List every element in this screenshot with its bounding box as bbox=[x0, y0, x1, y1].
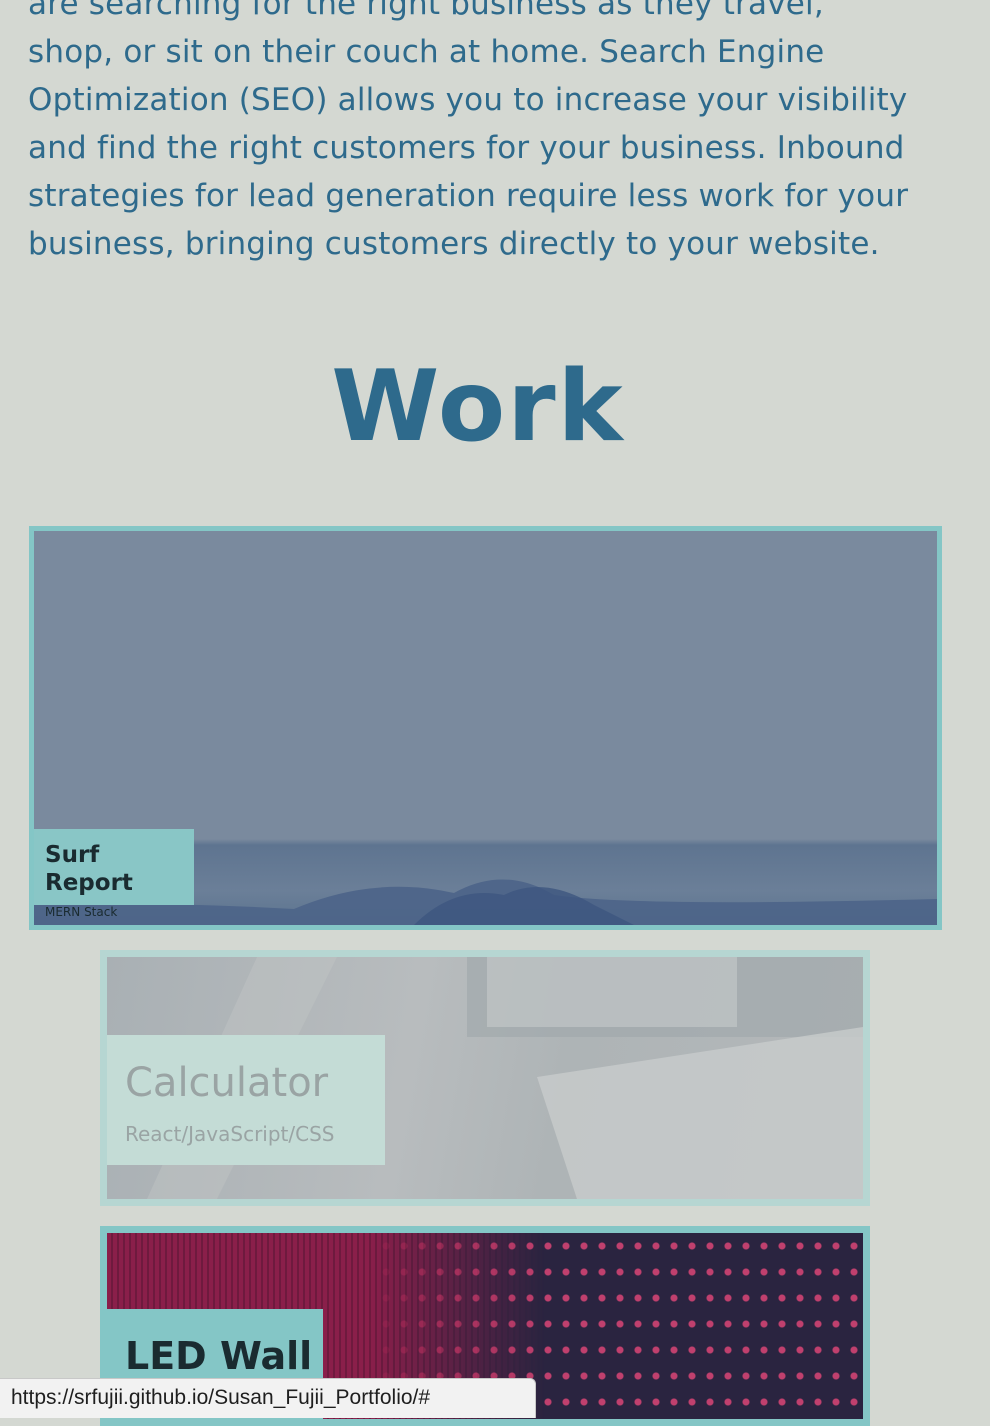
about-line: are searching for the right business as … bbox=[28, 0, 824, 22]
project-title: Surf Report bbox=[45, 842, 133, 896]
about-line: business, bringing customers directly to… bbox=[28, 226, 880, 262]
about-line: shop, or sit on their couch at home. Sea… bbox=[28, 34, 825, 70]
about-line: strategies for lead generation require l… bbox=[28, 178, 909, 214]
project-title: LED Wall bbox=[125, 1334, 313, 1378]
project-card-calculator[interactable]: Calculator React/JavaScript/CSS bbox=[100, 950, 870, 1206]
about-line: and find the right customers for your bu… bbox=[28, 130, 905, 166]
browser-status-bar-url: https://srfujii.github.io/Susan_Fujii_Po… bbox=[0, 1378, 536, 1418]
project-subtitle: React/JavaScript/CSS bbox=[125, 1122, 335, 1146]
project-card-surf-report[interactable]: Surf Report MERN Stack bbox=[29, 526, 942, 930]
about-line: Optimization (SEO) allows you to increas… bbox=[28, 82, 908, 118]
project-label: Calculator React/JavaScript/CSS bbox=[107, 1035, 385, 1165]
project-title: Calculator bbox=[125, 1060, 329, 1106]
about-paragraph: are searching for the right business as … bbox=[28, 0, 958, 268]
project-label: Surf Report MERN Stack bbox=[34, 829, 194, 919]
project-subtitle: MERN Stack bbox=[45, 905, 118, 919]
work-section-title: Work bbox=[331, 350, 625, 464]
